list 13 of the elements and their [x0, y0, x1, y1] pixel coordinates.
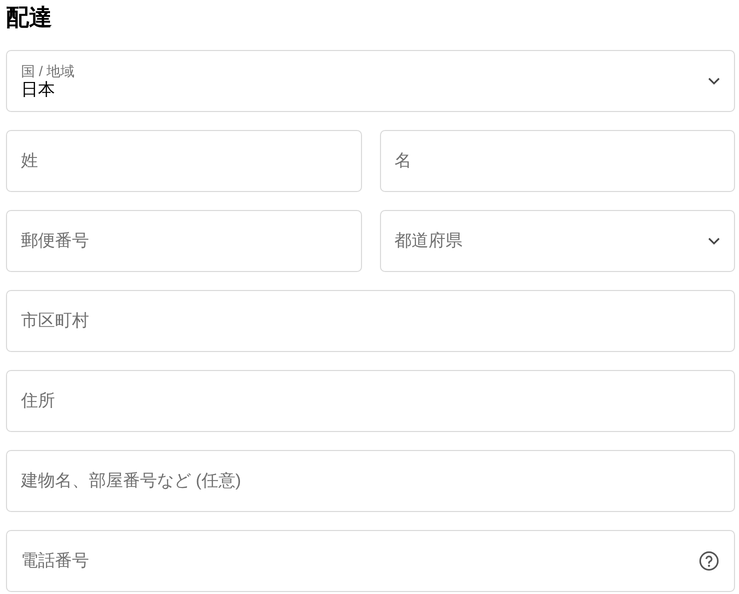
input-field[interactable]: 建物名、部屋番号など (任意) — [6, 450, 735, 512]
prefecture-select[interactable]: 都道府県 — [380, 210, 735, 272]
help-icon[interactable] — [699, 551, 719, 571]
input-field[interactable]: 住所 — [6, 370, 735, 432]
input-field[interactable]: 姓 — [6, 130, 362, 192]
input-field[interactable]: 市区町村 — [6, 290, 735, 352]
chevron-down-icon — [708, 237, 720, 245]
input-field[interactable]: 郵便番号 — [6, 210, 362, 272]
section-heading: 配達 — [6, 3, 53, 32]
country-select[interactable]: 国 / 地域 日本 — [6, 50, 735, 112]
phone-field[interactable]: 電話番号 — [6, 530, 735, 592]
chevron-down-icon — [708, 77, 720, 85]
input-field[interactable]: 名 — [380, 130, 735, 192]
